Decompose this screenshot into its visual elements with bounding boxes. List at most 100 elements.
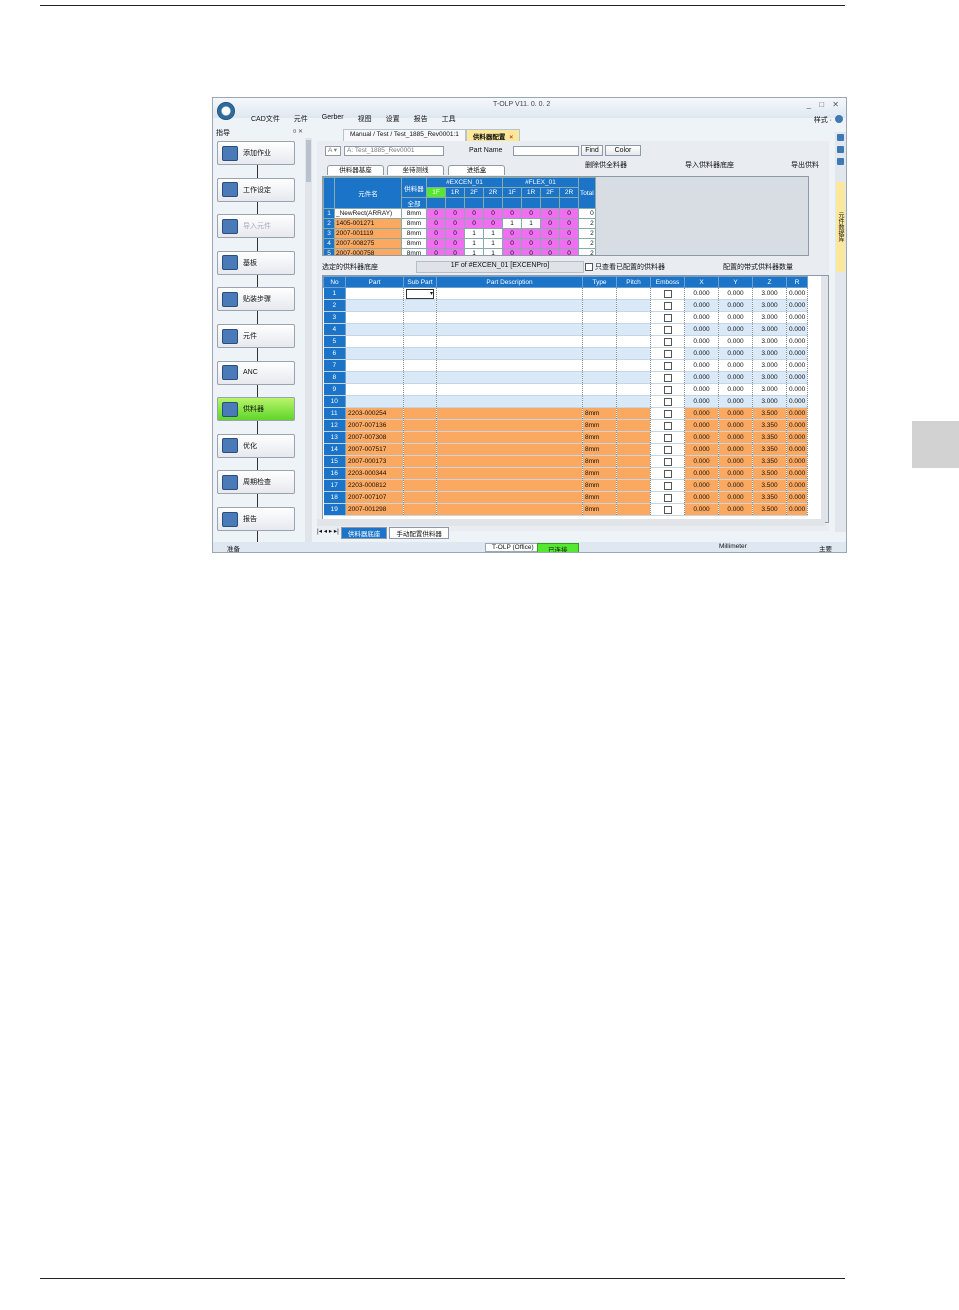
emboss-checkbox[interactable] xyxy=(663,361,672,370)
emboss-checkbox[interactable] xyxy=(663,409,672,418)
table-row[interactable]: 12 2007-007136 8mm 0.000 0.000 3.350 0.000 xyxy=(323,419,809,432)
col-header-y[interactable]: Y xyxy=(718,276,753,288)
emboss-checkbox[interactable] xyxy=(663,505,672,514)
row-count-cell[interactable]: 0 xyxy=(483,218,503,229)
row-pitch[interactable] xyxy=(616,395,651,408)
row-description[interactable] xyxy=(436,431,583,444)
row-subpart[interactable] xyxy=(403,383,437,396)
table-row[interactable]: 5 0.000 0.000 3.000 0.000 xyxy=(323,335,809,348)
emboss-checkbox[interactable] xyxy=(663,397,672,406)
row-subpart[interactable] xyxy=(403,299,437,312)
table-row[interactable]: 19 2007-001298 8mm 0.000 0.000 3.500 0.000 xyxy=(323,503,809,516)
col-header-part-description[interactable]: Part Description xyxy=(436,276,583,288)
nav-step-4[interactable]: 贴装步骤 xyxy=(217,287,295,312)
grid-corner[interactable] xyxy=(323,177,335,209)
feeder-row[interactable]: 4 2007-008275 8mm 0 0 1 1 0 0 0 0 2 xyxy=(323,238,596,249)
row-count-cell[interactable]: 1 xyxy=(521,218,541,229)
dock-icon-3[interactable] xyxy=(837,158,844,165)
menu-item-6[interactable]: 工具 xyxy=(442,114,456,124)
only-configured-checkbox[interactable] xyxy=(585,263,593,271)
subcol-header[interactable]: 1R xyxy=(445,187,465,198)
window-controls[interactable]: _ □ ✕ xyxy=(807,100,842,109)
nav-step-2[interactable]: 导入元件 xyxy=(217,214,295,239)
row-count-cell[interactable]: 0 xyxy=(502,238,522,249)
nav-scroll-thumb[interactable] xyxy=(306,140,311,182)
table-row[interactable]: 14 2007-007517 8mm 0.000 0.000 3.350 0.000 xyxy=(323,443,809,456)
style-menu[interactable]: 样式 · xyxy=(814,115,832,125)
subtab-waiting-line[interactable]: 坐待测线 xyxy=(387,165,444,175)
subcol-header[interactable]: 1R xyxy=(521,187,541,198)
row-count-cell[interactable]: 1 xyxy=(464,238,484,249)
table-row[interactable]: 3 0.000 0.000 3.000 0.000 xyxy=(323,311,809,324)
row-subpart[interactable] xyxy=(403,479,437,492)
row-description[interactable] xyxy=(436,395,583,408)
col-header-sub-part[interactable]: Sub Part xyxy=(403,276,437,288)
row-count-cell[interactable]: 0 xyxy=(521,238,541,249)
row-pitch[interactable] xyxy=(616,503,651,516)
part-database-tab[interactable]: 元件数据库 xyxy=(836,182,845,272)
row-description[interactable] xyxy=(436,323,583,336)
row-description[interactable] xyxy=(436,359,583,372)
subcol-header[interactable]: 1F xyxy=(426,187,446,198)
row-pitch[interactable] xyxy=(616,443,651,456)
menu-item-2[interactable]: Gerber xyxy=(322,114,344,124)
row-subpart[interactable] xyxy=(403,335,437,348)
menu-item-3[interactable]: 视图 xyxy=(358,114,372,124)
color-button[interactable]: Color xyxy=(605,145,641,156)
col-header-no[interactable]: No xyxy=(323,276,346,288)
table-row[interactable]: 1 ▾ 0.000 0.000 3.000 0.000 xyxy=(323,287,809,300)
app-logo-icon[interactable] xyxy=(217,102,235,120)
nav-step-3[interactable]: 基板 xyxy=(217,250,295,275)
placement-vscroll[interactable] xyxy=(821,276,828,522)
nav-step-9[interactable]: 周期检查 xyxy=(217,470,295,495)
row-pitch[interactable] xyxy=(616,383,651,396)
nav-step-8[interactable]: 优化 xyxy=(217,433,295,458)
table-row[interactable]: 6 0.000 0.000 3.000 0.000 xyxy=(323,347,809,360)
col-header-type[interactable]: Type xyxy=(582,276,617,288)
row-count-cell[interactable]: 0 xyxy=(521,228,541,239)
nav-step-10[interactable]: 报告 xyxy=(217,507,295,531)
row-pitch[interactable] xyxy=(616,299,651,312)
row-pitch[interactable] xyxy=(616,479,651,492)
row-description[interactable] xyxy=(436,287,583,300)
row-count-cell[interactable]: 0 xyxy=(426,248,446,255)
feeder-row[interactable]: 1 _NewRect(ARRAY) 8mm 0 0 0 0 0 0 0 0 0 xyxy=(323,208,596,219)
row-subpart[interactable] xyxy=(403,407,437,420)
row-subpart[interactable] xyxy=(403,347,437,360)
row-pitch[interactable] xyxy=(616,311,651,324)
row-count-cell[interactable]: 0 xyxy=(559,208,579,219)
row-count-cell[interactable]: 0 xyxy=(445,228,465,239)
col-header-z[interactable]: Z xyxy=(752,276,787,288)
sheet-tab-0[interactable]: 供料器底座 xyxy=(340,527,388,539)
row-count-cell[interactable]: 0 xyxy=(426,218,446,229)
feeder-row[interactable]: 2 1405-001271 8mm 0 0 0 0 1 1 0 0 2 xyxy=(323,218,596,229)
subcol-header[interactable]: 2R xyxy=(559,187,579,198)
emboss-checkbox[interactable] xyxy=(663,349,672,358)
nav-step-1[interactable]: 工作设定 xyxy=(217,177,295,202)
emboss-checkbox[interactable] xyxy=(663,457,672,466)
dock-icon-1[interactable] xyxy=(837,134,844,141)
col-header-pitch[interactable]: Pitch xyxy=(616,276,651,288)
row-count-cell[interactable]: 0 xyxy=(559,228,579,239)
import-feeder-base-button[interactable]: 导入供料器底座 xyxy=(685,160,734,170)
row-subpart[interactable] xyxy=(403,419,437,432)
row-pitch[interactable] xyxy=(616,491,651,504)
part-name-input[interactable] xyxy=(513,146,579,156)
col-header-emboss[interactable]: Emboss xyxy=(650,276,685,288)
row-pitch[interactable] xyxy=(616,407,651,420)
col-header-r[interactable]: R xyxy=(785,276,809,288)
emboss-checkbox[interactable] xyxy=(663,337,672,346)
row-pitch[interactable] xyxy=(616,467,651,480)
emboss-checkbox[interactable] xyxy=(663,469,672,478)
table-row[interactable]: 17 2203-000812 8mm 0.000 0.000 3.500 0.000 xyxy=(323,479,809,492)
placement-hscroll[interactable] xyxy=(317,519,825,526)
row-count-cell[interactable]: 0 xyxy=(540,208,560,219)
row-count-cell[interactable]: 0 xyxy=(559,238,579,249)
emboss-checkbox[interactable] xyxy=(663,421,672,430)
row-pitch[interactable] xyxy=(616,347,651,360)
sheet-nav-arrows[interactable]: |◂ ◂ ▸ ▸| xyxy=(317,527,339,539)
subtab-feeder-base[interactable]: 供料器基座 xyxy=(327,165,384,175)
row-description[interactable] xyxy=(436,383,583,396)
row-count-cell[interactable]: 0 xyxy=(464,218,484,229)
emboss-checkbox[interactable] xyxy=(663,289,672,298)
